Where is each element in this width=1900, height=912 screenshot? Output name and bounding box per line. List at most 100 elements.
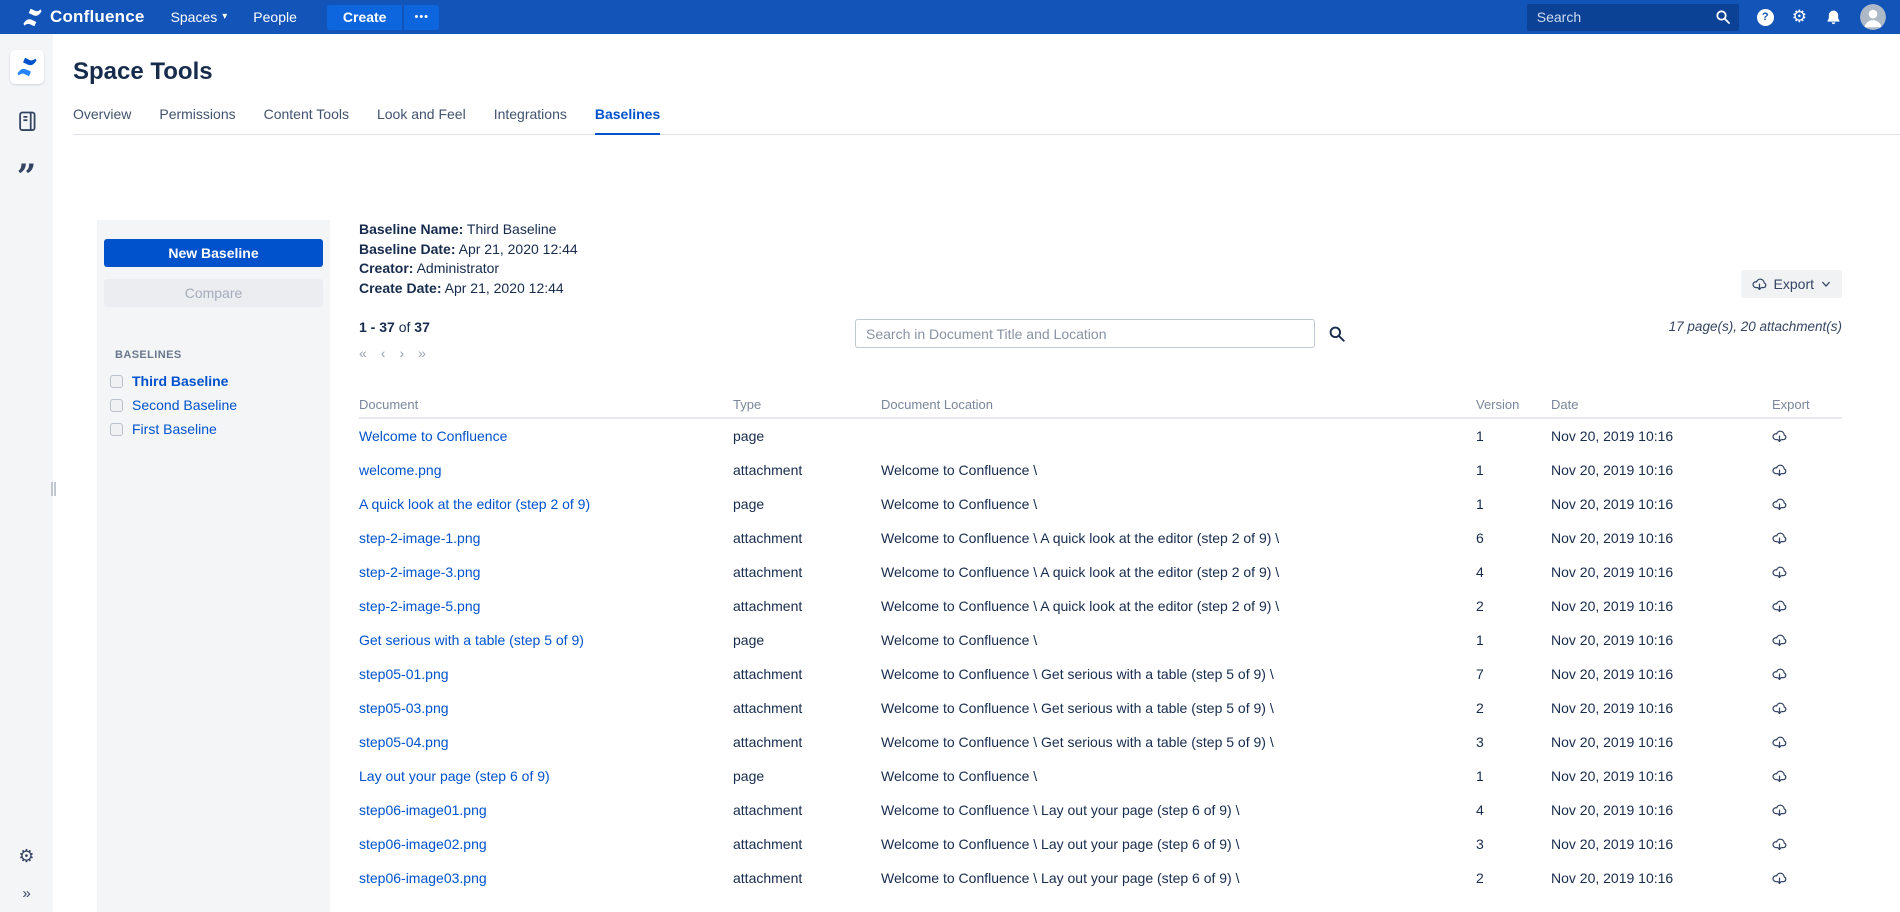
baseline-link[interactable]: Third Baseline [132,373,228,389]
table-row: step05-03.pngattachmentWelcome to Conflu… [359,691,1842,725]
baseline-checkbox[interactable] [110,375,123,388]
row-export-button[interactable] [1772,463,1836,478]
type-cell: attachment [733,700,881,716]
sidebar-space-logo[interactable] [10,50,44,84]
version-cell: 1 [1476,428,1551,444]
location-cell: Welcome to Confluence \ [881,462,1476,478]
baseline-checkbox[interactable] [110,423,123,436]
date-cell: Nov 20, 2019 10:16 [1551,700,1772,716]
row-export-button[interactable] [1772,531,1836,546]
export-cloud-icon [1772,803,1787,818]
row-export-button[interactable] [1772,599,1836,614]
row-export-button[interactable] [1772,769,1836,784]
table-body: Welcome to Confluencepage1Nov 20, 2019 1… [359,419,1842,895]
tab-baselines[interactable]: Baselines [595,106,660,122]
nav-spaces-label: Spaces [171,9,218,25]
date-cell: Nov 20, 2019 10:16 [1551,836,1772,852]
type-cell: attachment [733,564,881,580]
space-settings-gear-icon[interactable]: ⚙ [18,846,34,867]
row-export-button[interactable] [1772,667,1836,682]
global-search [1527,4,1739,31]
nav-people-label: People [253,9,297,25]
document-link[interactable]: step-2-image-3.png [359,564,733,580]
export-cloud-icon [1772,633,1787,648]
header-version: Version [1476,397,1551,412]
type-cell: attachment [733,462,881,478]
prev-page-button[interactable]: ‹ [381,345,386,361]
sidebar-item-blog[interactable]: ” [17,167,37,187]
table-row: step-2-image-5.pngattachmentWelcome to C… [359,589,1842,623]
page-title: Space Tools [73,58,1900,86]
date-cell: Nov 20, 2019 10:16 [1551,632,1772,648]
tab-content-tools[interactable]: Content Tools [264,106,349,122]
document-link[interactable]: Get serious with a table (step 5 of 9) [359,632,733,648]
notifications-button[interactable] [1825,9,1842,26]
quote-icon: ” [17,157,37,197]
sidebar-item-pages[interactable] [16,110,38,137]
tab-permissions[interactable]: Permissions [159,106,235,122]
type-cell: attachment [733,530,881,546]
first-page-button[interactable]: « [359,345,367,361]
row-export-button[interactable] [1772,735,1836,750]
global-search-input[interactable] [1527,4,1739,31]
document-link[interactable]: step06-image03.png [359,870,733,886]
nav-people[interactable]: People [253,9,297,25]
next-page-button[interactable]: › [399,345,404,361]
location-cell: Welcome to Confluence \ [881,768,1476,784]
document-link[interactable]: step05-03.png [359,700,733,716]
date-cell: Nov 20, 2019 10:16 [1551,564,1772,580]
table-row: welcome.pngattachmentWelcome to Confluen… [359,453,1842,487]
search-icon[interactable] [1328,325,1346,343]
row-export-button[interactable] [1772,429,1836,444]
date-cell: Nov 20, 2019 10:16 [1551,462,1772,478]
table-header: Document Type Document Location Version … [359,391,1842,419]
export-button[interactable]: Export [1741,270,1842,298]
document-link[interactable]: step06-image02.png [359,836,733,852]
new-baseline-button[interactable]: New Baseline [104,239,323,267]
search-icon[interactable] [1715,9,1731,25]
document-link[interactable]: Lay out your page (step 6 of 9) [359,768,733,784]
row-export-button[interactable] [1772,803,1836,818]
document-link[interactable]: A quick look at the editor (step 2 of 9) [359,496,733,512]
baselines-heading: BASELINES [115,349,323,361]
tab-look-and-feel[interactable]: Look and Feel [377,106,466,122]
row-export-button[interactable] [1772,871,1836,886]
last-page-button[interactable]: » [418,345,426,361]
avatar [1860,4,1886,30]
document-link[interactable]: step-2-image-1.png [359,530,733,546]
settings-button[interactable]: ⚙ [1792,9,1807,26]
document-link[interactable]: step-2-image-5.png [359,598,733,614]
row-export-button[interactable] [1772,701,1836,716]
document-link[interactable]: welcome.png [359,462,733,478]
row-export-button[interactable] [1772,565,1836,580]
document-link[interactable]: step05-01.png [359,666,733,682]
export-cloud-icon [1772,531,1787,546]
range-total: 37 [414,319,430,335]
row-export-button[interactable] [1772,497,1836,512]
baseline-checkbox[interactable] [110,399,123,412]
baseline-link[interactable]: First Baseline [132,421,217,437]
document-link[interactable]: Welcome to Confluence [359,428,733,444]
tab-integrations[interactable]: Integrations [494,106,567,122]
nav-spaces[interactable]: Spaces ▾ [171,9,228,25]
sidebar-expand-icon[interactable]: » [22,885,30,902]
row-export-button[interactable] [1772,837,1836,852]
user-menu[interactable] [1860,4,1886,30]
create-more-button[interactable]: ••• [404,5,439,30]
export-cloud-icon [1772,497,1787,512]
document-search-input[interactable] [855,319,1315,348]
export-cloud-icon [1772,769,1787,784]
document-link[interactable]: step05-04.png [359,734,733,750]
baseline-item: Second Baseline [104,393,323,417]
row-export-button[interactable] [1772,633,1836,648]
table-row: step06-image03.pngattachmentWelcome to C… [359,861,1842,895]
tab-overview[interactable]: Overview [73,106,131,122]
confluence-brand[interactable]: Confluence [22,7,145,28]
compare-button[interactable]: Compare [104,279,323,307]
document-link[interactable]: step06-image01.png [359,802,733,818]
baseline-link[interactable]: Second Baseline [132,397,237,413]
sidebar-resize-handle[interactable] [51,482,56,496]
help-button[interactable]: ? [1757,9,1774,26]
header-location: Document Location [881,397,1476,412]
create-button[interactable]: Create [327,5,403,30]
